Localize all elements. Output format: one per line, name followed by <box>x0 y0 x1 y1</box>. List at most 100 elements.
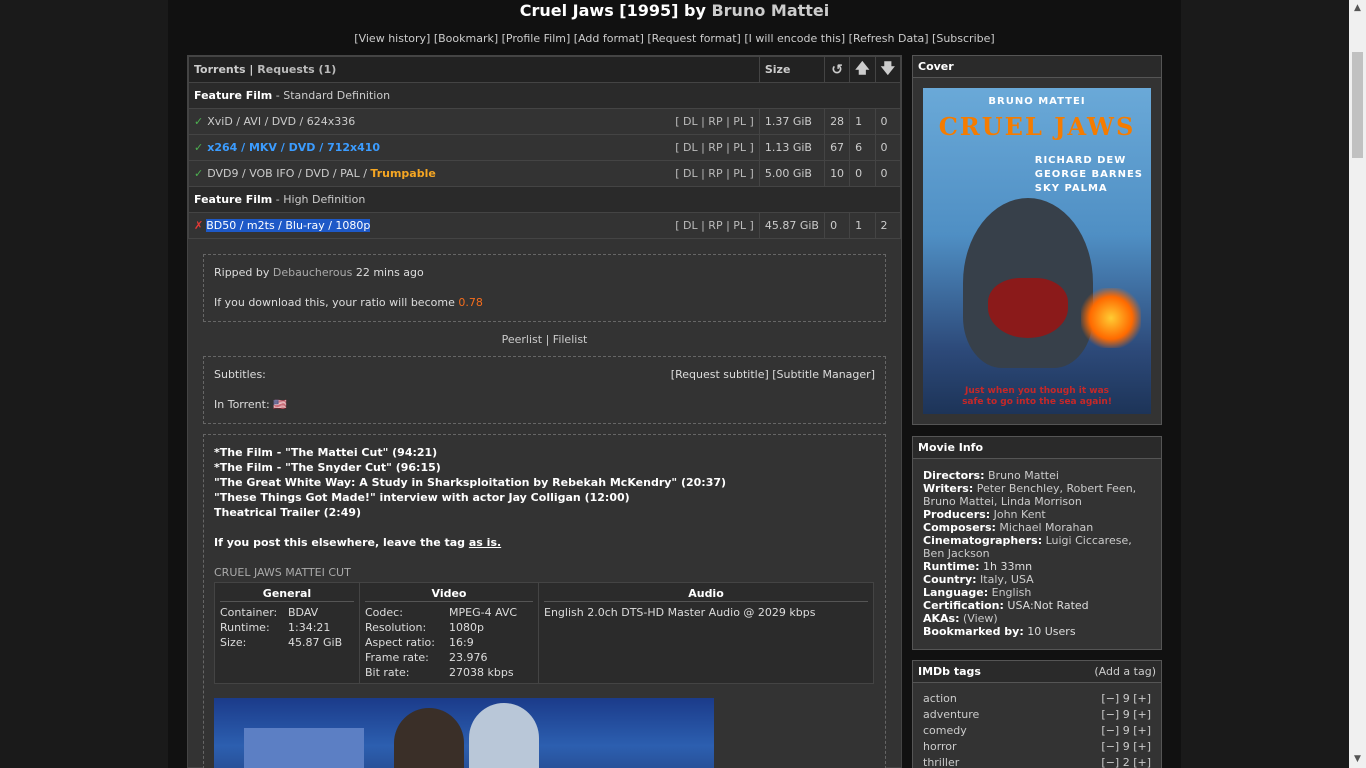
tag-vote-controls[interactable]: [−] 9 [+] <box>1101 723 1151 739</box>
tag-vote-controls[interactable]: [−] 9 [+] <box>1101 691 1151 707</box>
torrent-leechers: 2 <box>874 212 902 239</box>
torrent-table-header: Torrents | Requests (1) Size ↺ 🡅 🡇 <box>188 56 902 83</box>
request-subtitle-link[interactable]: [Request subtitle] <box>671 368 769 381</box>
torrent-link[interactable]: BD50 / m2ts / Blu-ray / 1080p <box>206 219 371 232</box>
poster-cast: RICHARD DEW GEORGE BARNES SKY PALMA <box>1035 154 1143 196</box>
poster-tagline: Just when you though it was safe to go i… <box>923 386 1151 408</box>
ratio-text: If you download this, your ratio will be… <box>214 296 459 309</box>
tag-list: action [−] 9 [+] adventure [−] 9 [+] comed… <box>913 683 1161 768</box>
info-runtime: Runtime: 1h 33mn <box>923 560 1151 573</box>
ratio-line: If you download this, your ratio will be… <box>214 288 875 318</box>
info-label: Composers: <box>923 521 996 534</box>
tag-link[interactable]: thriller <box>923 755 959 768</box>
view-history-link[interactable]: [View history] <box>354 32 430 45</box>
info-value[interactable]: John Kent <box>994 508 1046 521</box>
tag-link[interactable]: comedy <box>923 723 967 739</box>
tab-requests[interactable]: Requests (1) <box>257 63 336 76</box>
in-torrent-row: In Torrent: 🇺🇸 <box>214 390 875 420</box>
ratio-value: 0.78 <box>458 296 483 309</box>
cover-poster[interactable]: BRUNO MATTEI CRUEL JAWS RICHARD DEW GEOR… <box>923 88 1151 414</box>
tab-torrents[interactable]: Torrents <box>194 63 246 76</box>
dl-links[interactable]: [ DL | RP | PL ] <box>675 115 754 128</box>
torrent-leechers: 0 <box>874 108 902 135</box>
mi-key: Size: <box>220 636 247 649</box>
table-row[interactable]: ✓ x264 / MKV / DVD / 712x410 [ DL | RP | P… <box>188 134 902 161</box>
rip-info-box: Ripped by Debaucherous 22 mins ago If yo… <box>203 254 886 322</box>
scroll-up-icon[interactable]: ▲ <box>1349 0 1366 17</box>
mi-general: General Container: BDAV Runtime: 1:34:21 S… <box>214 582 360 684</box>
mi-row: Runtime: 1:34:21 <box>220 620 354 635</box>
tag-row: adventure [−] 9 [+] <box>923 707 1151 723</box>
mi-value: 45.87 GiB <box>288 636 343 649</box>
encode-link[interactable]: [I will encode this] <box>744 32 845 45</box>
tag-vote-controls[interactable]: [−] 9 [+] <box>1101 739 1151 755</box>
dl-links[interactable]: [ DL | RP | PL ] <box>675 141 754 154</box>
dl-links[interactable]: [ DL | RP | PL ] <box>675 167 754 180</box>
subtitles-box: Subtitles: [Request subtitle] [Subtitle … <box>203 356 886 424</box>
torrent-snatched: 28 <box>824 108 851 135</box>
as-is-link[interactable]: as is. <box>469 536 501 549</box>
info-value[interactable]: Italy, USA <box>980 573 1034 586</box>
add-tag-link[interactable]: (Add a tag) <box>1094 665 1156 678</box>
peerlist-link[interactable]: Peerlist <box>502 333 542 346</box>
subtitle-manager-link[interactable]: [Subtitle Manager] <box>772 368 875 381</box>
mi-row: Bit rate: 27038 kbps <box>365 665 533 680</box>
tag-link[interactable]: adventure <box>923 707 979 723</box>
torrent-link[interactable]: x264 / MKV / DVD / 712x410 <box>207 141 380 154</box>
table-row[interactable]: ✓ DVD9 / VOB IFO / DVD / PAL / Trumpable [… <box>188 160 902 187</box>
movie-info-panel: Movie Info Directors: Bruno Mattei Write… <box>912 436 1162 650</box>
poster-director: BRUNO MATTEI <box>988 96 1086 107</box>
dl-links[interactable]: [ DL | RP | PL ] <box>675 219 754 232</box>
refresh-data-link[interactable]: [Refresh Data] <box>849 32 929 45</box>
table-row[interactable]: ✗ BD50 / m2ts / Blu-ray / 1080p [ DL | RP … <box>188 212 902 239</box>
mi-key: Frame rate: <box>365 651 429 664</box>
scroll-down-icon[interactable]: ▼ <box>1349 751 1366 768</box>
torrent-link[interactable]: DVD9 / VOB IFO / DVD / PAL / <box>207 167 370 180</box>
torrent-link[interactable]: XviD / AVI / DVD / 624x336 <box>207 115 355 128</box>
info-directors: Directors: Bruno Mattei <box>923 469 1151 482</box>
info-value[interactable]: Michael Morahan <box>999 521 1093 534</box>
info-value[interactable]: English <box>992 586 1032 599</box>
tag-vote-controls[interactable]: [−] 2 [+] <box>1101 755 1151 768</box>
mi-value: 23.976 <box>449 651 488 664</box>
cover-header: Cover <box>913 56 1161 78</box>
bookmark-link[interactable]: [Bookmark] <box>434 32 498 45</box>
akas-view-link[interactable]: (View) <box>963 612 998 625</box>
desc-line: *The Film - "The Mattei Cut" (94:21) <box>214 446 438 459</box>
page-scrollbar[interactable]: ▲ ▼ <box>1349 0 1366 768</box>
tag-note-text: If you post this elsewhere, leave the ta… <box>214 536 469 549</box>
profile-film-link[interactable]: [Profile Film] <box>502 32 571 45</box>
audio-track: English 2.0ch DTS-HD Master Audio @ 2029… <box>544 606 816 619</box>
director-link[interactable]: Bruno Mattei <box>711 1 829 20</box>
torrent-leechers: 0 <box>874 134 902 161</box>
add-format-link[interactable]: [Add format] <box>574 32 644 45</box>
ripper-link[interactable]: Debaucherous <box>273 266 352 279</box>
torrent-name-cell: ✓ XviD / AVI / DVD / 624x336 [ DL | RP | P… <box>188 108 760 135</box>
info-value[interactable]: Bruno Mattei <box>988 469 1059 482</box>
info-label: Country: <box>923 573 977 586</box>
mi-row: Size: 45.87 GiB <box>220 635 354 650</box>
request-format-link[interactable]: [Request format] <box>647 32 740 45</box>
mi-value: BDAV <box>288 606 319 619</box>
subtitles-row: Subtitles: [Request subtitle] [Subtitle … <box>214 360 875 390</box>
tag-link[interactable]: horror <box>923 739 957 755</box>
subscribe-link[interactable]: [Subscribe] <box>932 32 995 45</box>
info-label: Language: <box>923 586 989 599</box>
info-writers: Writers: Peter Benchley, Robert Feen, Br… <box>923 482 1151 508</box>
torrent-size: 1.37 GiB <box>758 108 826 135</box>
in-torrent-label: In Torrent: <box>214 398 270 411</box>
imdb-tags-panel: IMDb tags (Add a tag) action [−] 9 [+] ad… <box>912 660 1162 768</box>
tab-separator: | <box>249 63 254 76</box>
tag-link[interactable]: action <box>923 691 957 707</box>
tag-vote-controls[interactable]: [−] 9 [+] <box>1101 707 1151 723</box>
table-row[interactable]: ✓ XviD / AVI / DVD / 624x336 [ DL | RP | P… <box>188 108 902 135</box>
filelist-link[interactable]: Filelist <box>553 333 588 346</box>
mi-key: Codec: <box>365 606 403 619</box>
desc-line: "These Things Got Made!" interview with … <box>214 491 630 504</box>
torrent-seeders: 0 <box>849 160 876 187</box>
scrollbar-thumb[interactable] <box>1352 52 1363 158</box>
tag-row: comedy [−] 9 [+] <box>923 723 1151 739</box>
mi-video: Video Codec: MPEG-4 AVC Resolution: 1080p … <box>359 582 539 684</box>
cross-icon: ✗ <box>194 219 204 232</box>
screenshot-image[interactable] <box>214 698 714 768</box>
